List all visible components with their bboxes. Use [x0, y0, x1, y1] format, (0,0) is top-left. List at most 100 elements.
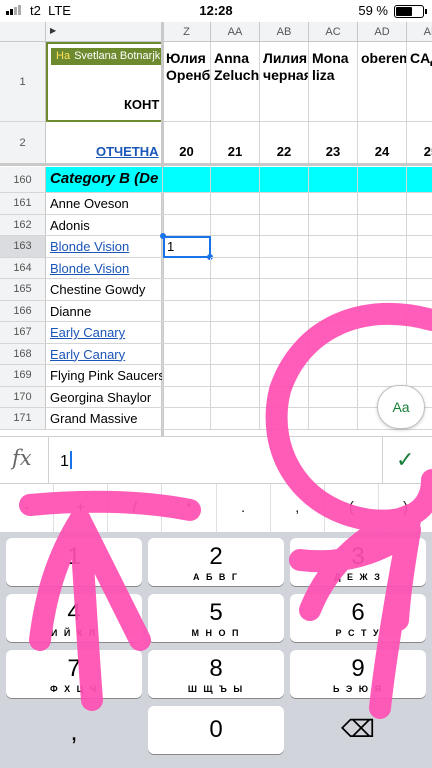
- variety-name-cell[interactable]: Blonde Vision: [46, 236, 163, 258]
- grid-cell[interactable]: [309, 343, 358, 365]
- grid-cell[interactable]: [211, 167, 260, 193]
- cell-a1[interactable]: На Svetlana Botnarjk КОНТ: [46, 42, 163, 122]
- variety-name-cell[interactable]: Chestine Gowdy: [46, 279, 163, 301]
- symbol-key[interactable]: (: [325, 484, 379, 532]
- symbol-key[interactable]: ): [379, 484, 432, 532]
- key-0[interactable]: 0: [148, 706, 284, 754]
- variety-name-cell[interactable]: Early Canary: [46, 343, 163, 365]
- grid-cell[interactable]: [211, 343, 260, 365]
- grid-cell[interactable]: [407, 236, 432, 258]
- row-header[interactable]: 163: [0, 236, 46, 258]
- comma-key[interactable]: ,: [6, 706, 142, 754]
- grid-cell[interactable]: [309, 236, 358, 258]
- number-cell[interactable]: 21: [211, 122, 260, 164]
- format-text-button[interactable]: Aa: [377, 385, 425, 429]
- grid-cell[interactable]: [407, 344, 432, 365]
- row-header[interactable]: 170: [0, 386, 46, 408]
- grid-cell[interactable]: [260, 300, 309, 322]
- grid-cell[interactable]: [211, 257, 260, 279]
- grid-cell[interactable]: [309, 279, 358, 301]
- grid-cell[interactable]: [163, 167, 211, 193]
- row-header[interactable]: 162: [0, 214, 46, 236]
- symbol-key[interactable]: -: [0, 484, 55, 532]
- row-header[interactable]: 167: [0, 322, 46, 344]
- name-header-cell[interactable]: oberemko03: [358, 42, 407, 122]
- grid-cell[interactable]: [211, 193, 260, 215]
- column-header[interactable]: AC: [309, 22, 358, 42]
- grid-cell[interactable]: [309, 214, 358, 236]
- grid-cell[interactable]: [260, 214, 309, 236]
- grid-cell[interactable]: [309, 193, 358, 215]
- grid-cell[interactable]: [211, 236, 260, 258]
- name-header-cell[interactable]: Юлия Оренбург: [163, 42, 211, 122]
- variety-name-cell[interactable]: Georgina Shaylor: [46, 386, 163, 408]
- grid-cell[interactable]: [163, 279, 211, 301]
- grid-cell[interactable]: [407, 167, 432, 193]
- row-header[interactable]: 160: [0, 167, 46, 193]
- selection-handle-top[interactable]: [160, 233, 166, 239]
- variety-name-cell[interactable]: Blonde Vision: [46, 257, 163, 279]
- column-header[interactable]: AB: [260, 22, 309, 42]
- grid-cell[interactable]: [211, 365, 260, 387]
- grid-cell[interactable]: [358, 343, 407, 365]
- grid-cell[interactable]: [260, 257, 309, 279]
- grid-cell[interactable]: [163, 408, 211, 430]
- formula-input[interactable]: 1: [60, 451, 72, 471]
- grid-cell[interactable]: [211, 279, 260, 301]
- variety-name-cell[interactable]: Anne Oveson: [46, 193, 163, 215]
- variety-name-cell[interactable]: Adonis: [46, 214, 163, 236]
- number-cell[interactable]: 24: [358, 122, 407, 164]
- confirm-check-icon[interactable]: ✓: [396, 447, 414, 473]
- grid-cell[interactable]: [211, 386, 260, 408]
- row-header[interactable]: 169: [0, 365, 46, 387]
- frozen-row-divider[interactable]: [0, 163, 432, 166]
- grid-cell[interactable]: [309, 408, 358, 430]
- grid-cell[interactable]: [163, 365, 211, 387]
- sheet-corner[interactable]: [0, 22, 46, 42]
- variety-name-cell[interactable]: Early Canary: [46, 322, 163, 344]
- grid-cell[interactable]: [358, 279, 407, 301]
- grid-cell[interactable]: [309, 257, 358, 279]
- key-9[interactable]: 9 Ь Э Ю Я: [290, 650, 426, 698]
- cell-a2[interactable]: ОТЧЕТНА: [46, 122, 163, 164]
- grid-cell[interactable]: [211, 300, 260, 322]
- grid-cell[interactable]: [407, 301, 432, 322]
- grid-cell[interactable]: [358, 214, 407, 236]
- name-header-cell[interactable]: CAД5: [407, 42, 432, 122]
- number-cell[interactable]: 23: [309, 122, 358, 164]
- grid-cell[interactable]: [407, 365, 432, 387]
- grid-cell[interactable]: [260, 322, 309, 344]
- key-5[interactable]: 5 М Н О П: [148, 594, 284, 642]
- name-header-cell[interactable]: Anna Zeluch: [211, 42, 260, 122]
- row-header[interactable]: 164: [0, 257, 46, 279]
- grid-cell[interactable]: [358, 193, 407, 215]
- column-header-a[interactable]: ▶: [46, 22, 163, 42]
- grid-cell[interactable]: [260, 386, 309, 408]
- grid-cell[interactable]: [358, 167, 407, 193]
- symbol-key[interactable]: .: [217, 484, 271, 532]
- variety-name-cell[interactable]: Dianne: [46, 300, 163, 322]
- grid-cell[interactable]: [211, 214, 260, 236]
- column-header[interactable]: AE: [407, 22, 432, 42]
- column-header[interactable]: AA: [211, 22, 260, 42]
- row-header[interactable]: 1: [0, 42, 46, 122]
- grid-cell[interactable]: [163, 193, 211, 215]
- key-8[interactable]: 8 Ш Щ Ъ Ы: [148, 650, 284, 698]
- grid-cell[interactable]: [407, 193, 432, 215]
- grid-cell[interactable]: [163, 322, 211, 344]
- number-cell[interactable]: 20: [163, 122, 211, 164]
- grid-cell[interactable]: [358, 365, 407, 387]
- number-cell[interactable]: 25: [407, 122, 432, 164]
- name-header-cell[interactable]: Лилия черная: [260, 42, 309, 122]
- grid-cell[interactable]: [358, 257, 407, 279]
- column-header[interactable]: AD: [358, 22, 407, 42]
- grid-cell[interactable]: [358, 322, 407, 344]
- backspace-icon[interactable]: ⌫: [290, 706, 426, 754]
- grid-cell[interactable]: [358, 300, 407, 322]
- symbol-key[interactable]: ,: [271, 484, 325, 532]
- grid-cell[interactable]: [163, 343, 211, 365]
- grid-cell[interactable]: [260, 236, 309, 258]
- variety-name-cell[interactable]: Grand Massive: [46, 408, 163, 430]
- key-3[interactable]: 3 Д Е Ж З: [290, 538, 426, 586]
- grid-cell[interactable]: [407, 322, 432, 344]
